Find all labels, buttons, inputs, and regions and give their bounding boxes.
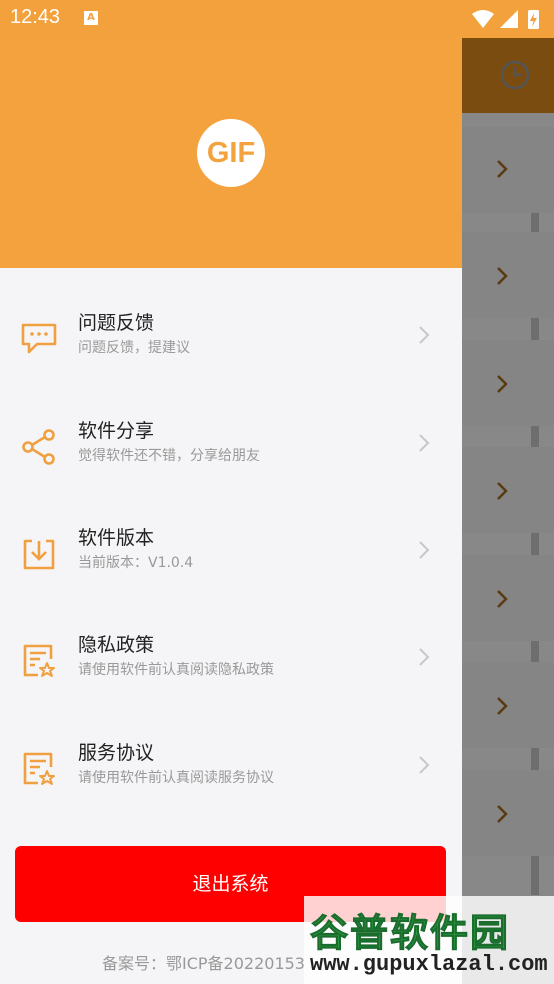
chevron-right-icon xyxy=(419,434,430,452)
menu-item-feedback[interactable]: 问题反馈 问题反馈，提建议 xyxy=(0,293,462,393)
menu-item-title: 隐私政策 xyxy=(78,634,155,656)
status-time: 12:43 xyxy=(10,6,61,28)
app-logo: GIF xyxy=(197,119,265,187)
menu-item-title: 问题反馈 xyxy=(78,312,155,334)
menu-item-service-agreement[interactable]: 服务协议 请使用软件前认真阅读服务协议 xyxy=(0,723,462,823)
watermark-title: 谷普软件园 xyxy=(309,911,511,956)
document-star-icon xyxy=(23,752,55,785)
notification-a-icon: A xyxy=(84,11,98,25)
menu-item-title: 软件分享 xyxy=(78,420,155,442)
chevron-right-icon xyxy=(419,756,430,774)
menu-item-subtitle: 觉得软件还不错，分享给朋友 xyxy=(78,448,260,464)
chevron-right-icon xyxy=(497,160,508,178)
chevron-right-icon xyxy=(419,326,430,344)
chevron-right-icon xyxy=(419,648,430,666)
menu-item-subtitle: 请使用软件前认真阅读服务协议 xyxy=(78,770,274,786)
share-icon xyxy=(22,429,55,465)
chevron-right-icon xyxy=(497,482,508,500)
chevron-right-icon xyxy=(497,267,508,285)
chevron-right-icon xyxy=(497,805,508,823)
document-star-icon xyxy=(23,644,55,677)
system-icons xyxy=(472,10,539,29)
menu-item-title: 软件版本 xyxy=(78,527,155,549)
version-download-icon xyxy=(23,539,55,570)
signal-icon xyxy=(500,10,518,28)
menu-item-subtitle: 问题反馈，提建议 xyxy=(78,340,190,356)
chevron-right-icon xyxy=(497,590,508,608)
feedback-icon xyxy=(21,323,57,354)
menu-item-share[interactable]: 软件分享 觉得软件还不错，分享给朋友 xyxy=(0,401,462,501)
menu-item-subtitle: 当前版本：V1.0.4 xyxy=(78,555,194,571)
icp-record-text: 备案号：鄂ICP备20220153 xyxy=(102,954,305,973)
menu-item-version[interactable]: 软件版本 当前版本：V1.0.4 xyxy=(0,508,462,608)
menu-item-title: 服务协议 xyxy=(78,742,155,764)
chevron-right-icon xyxy=(497,697,508,715)
history-clock-icon xyxy=(500,60,530,90)
chevron-right-icon xyxy=(497,375,508,393)
status-bar: 12:43 A xyxy=(0,0,554,38)
chevron-right-icon xyxy=(419,541,430,559)
site-watermark: 谷普软件园 www.gupuxlazal.com xyxy=(304,896,554,984)
wifi-icon xyxy=(472,10,494,28)
navigation-drawer: GIF 问题反馈 问题反馈，提建议 软件分享 觉得软件还不错，分享给朋友 软件版… xyxy=(0,0,462,984)
drawer-header: GIF xyxy=(0,38,462,268)
menu-item-privacy-policy[interactable]: 隐私政策 请使用软件前认真阅读隐私政策 xyxy=(0,615,462,715)
watermark-url: www.gupuxlazal.com xyxy=(310,952,548,977)
menu-item-subtitle: 请使用软件前认真阅读隐私政策 xyxy=(78,662,274,678)
